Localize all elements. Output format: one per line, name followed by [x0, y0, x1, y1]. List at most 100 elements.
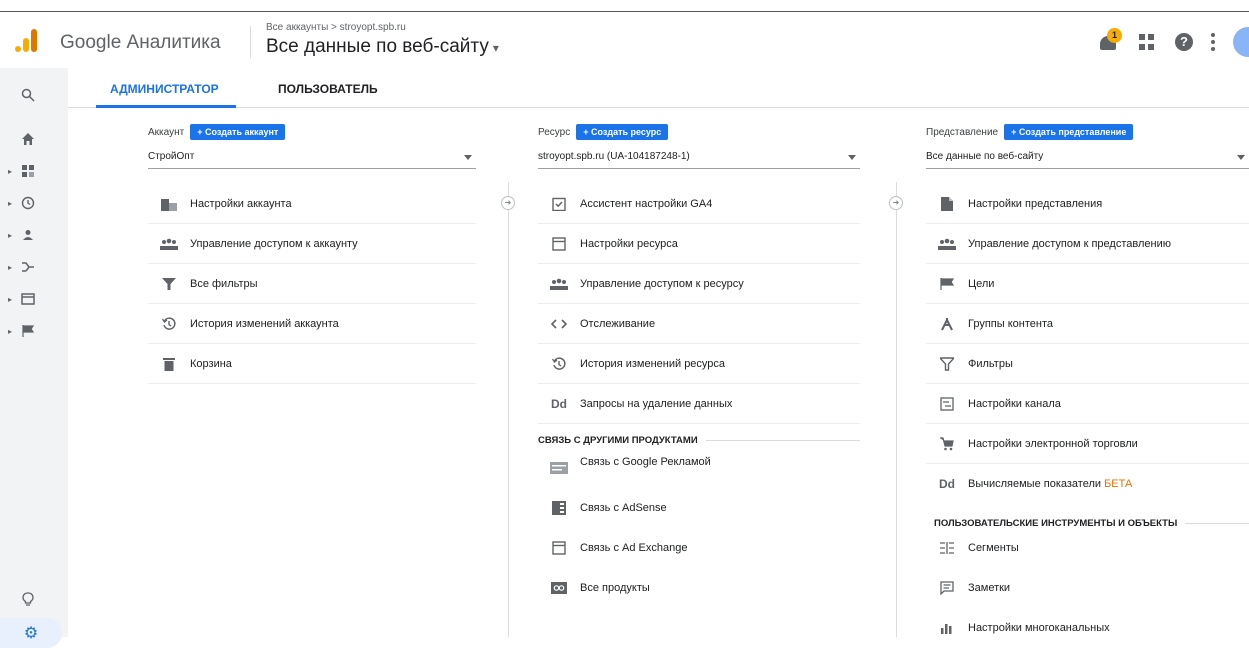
segments-item[interactable]: Сегменты [926, 528, 1249, 568]
account-header: Аккаунт + Создать аккаунт [148, 124, 286, 140]
menu-item-label: Запросы на удаление данных [580, 397, 733, 410]
search-icon [20, 87, 36, 103]
notifications-button[interactable]: 1 [1097, 28, 1122, 54]
view-selector[interactable]: Все данные по веб-сайту ▾ [266, 36, 499, 58]
dashboard-icon [20, 163, 36, 179]
app-title: Google Аналитика [60, 32, 221, 53]
view-select[interactable]: Все данные по веб-сайту [926, 151, 1249, 169]
building-icon [160, 196, 178, 212]
notification-badge: 1 [1107, 28, 1122, 43]
sidebar-conversions[interactable]: ▸ [0, 316, 68, 346]
menu-item-label: Настройки электронной торговли [968, 437, 1138, 450]
document-icon [938, 196, 956, 212]
account-select[interactable]: СтройОпт [148, 151, 476, 169]
account-settings-item[interactable]: Настройки аккаунта [148, 184, 476, 224]
create-property-button[interactable]: + Создать ресурс [576, 124, 669, 140]
menu-item-label: Связь с Google Рекламой [580, 456, 711, 468]
google-ads-link-item[interactable]: Связь с Google Рекламой [538, 448, 860, 488]
property-settings-item[interactable]: Настройки ресурса [538, 224, 860, 264]
help-icon[interactable]: ? [1175, 33, 1193, 51]
more-vert-icon[interactable] [1211, 33, 1215, 51]
filters-item[interactable]: Фильтры [926, 344, 1249, 384]
sidebar-behavior[interactable]: ▸ [0, 284, 68, 314]
ads-icon [550, 460, 568, 476]
dropdown-arrow-icon [1237, 155, 1245, 160]
property-header: Ресурс + Создать ресурс [538, 124, 669, 140]
connector-arrow-icon: ➜ [501, 196, 515, 210]
history-icon [550, 356, 568, 372]
sidebar-search[interactable] [0, 80, 68, 110]
menu-item-label: Связь с AdSense [580, 502, 667, 514]
connector-arrow-icon: ➜ [889, 196, 903, 210]
account-history-item[interactable]: История изменений аккаунта [148, 304, 476, 344]
view-header: Представление + Создать представление [926, 124, 1134, 140]
menu-item-label: Настройки представления [968, 197, 1103, 210]
content-group-icon [938, 316, 956, 332]
property-select[interactable]: stroyopt.spb.ru (UA-104187248-1) [538, 151, 860, 169]
menu-item-label: Настройки ресурса [580, 237, 678, 250]
all-filters-item[interactable]: Все фильтры [148, 264, 476, 304]
menu-item-label: Управление доступом к ресурсу [580, 277, 744, 290]
apps-grid-icon[interactable] [1139, 34, 1155, 50]
clock-icon [20, 195, 36, 211]
gear-icon: ⚙ [23, 625, 39, 642]
sidebar-customization[interactable]: ▸ [0, 156, 68, 186]
sidebar-realtime[interactable]: ▸ [0, 188, 68, 218]
dd-icon: Dd [551, 396, 567, 411]
mcf-settings-item[interactable]: Настройки многоканальных [926, 608, 1249, 648]
ga4-assistant-item[interactable]: Ассистент настройки GA4 [538, 184, 860, 224]
top-edge [0, 0, 1249, 12]
breadcrumb[interactable]: Все аккаунты > stroyopt.spb.ru [266, 22, 406, 33]
account-label: Аккаунт [148, 126, 185, 138]
account-access-item[interactable]: Управление доступом к аккаунту [148, 224, 476, 264]
ad-exchange-link-item[interactable]: Связь с Ad Exchange [538, 528, 860, 568]
view-select-value: Все данные по веб-сайту [926, 151, 1044, 162]
view-settings-item[interactable]: Настройки представления [926, 184, 1249, 224]
create-account-button[interactable]: + Создать аккаунт [190, 124, 286, 140]
checklist-icon [550, 196, 568, 212]
sidebar-acquisition[interactable]: ▸ [0, 252, 68, 282]
calculated-metrics-item[interactable]: Dd Вычисляемые показатели БЕТА [926, 464, 1249, 504]
property-select-value: stroyopt.spb.ru (UA-104187248-1) [538, 151, 690, 162]
annotations-item[interactable]: Заметки [926, 568, 1249, 608]
trash-item[interactable]: Корзина [148, 344, 476, 384]
content-groups-item[interactable]: Группы контента [926, 304, 1249, 344]
tab-administrator[interactable]: АДМИНИСТРАТОР [110, 82, 219, 96]
tracking-item[interactable]: Отслеживание [538, 304, 860, 344]
person-icon [20, 227, 36, 243]
window-icon [550, 236, 568, 252]
acquisition-icon [20, 259, 36, 275]
sidebar-audience[interactable]: ▸ [0, 220, 68, 250]
header-divider [250, 26, 251, 58]
app-header: Google Аналитика Все аккаунты > stroyopt… [0, 12, 1249, 68]
menu-item-label: История изменений аккаунта [190, 317, 339, 330]
sidebar-home[interactable] [0, 124, 68, 154]
adexchange-icon [550, 540, 568, 556]
adsense-link-item[interactable]: Связь с AdSense [538, 488, 860, 528]
menu-item-label: Фильтры [968, 357, 1013, 370]
tab-user[interactable]: ПОЛЬЗОВАТЕЛЬ [278, 82, 378, 96]
beta-badge: БЕТА [1104, 478, 1133, 490]
filter-icon [938, 356, 956, 372]
analytics-logo-icon[interactable] [14, 28, 40, 54]
ecommerce-settings-item[interactable]: Настройки электронной торговли [926, 424, 1249, 464]
section-title: СВЯЗЬ С ДРУГИМИ ПРОДУКТАМИ [538, 435, 698, 446]
account-select-value: СтройОпт [148, 151, 195, 162]
goals-item[interactable]: Цели [926, 264, 1249, 304]
notes-icon [938, 580, 956, 596]
view-access-item[interactable]: Управление доступом к представлению [926, 224, 1249, 264]
data-deletion-item[interactable]: Dd Запросы на удаление данных [538, 384, 860, 424]
avatar[interactable] [1233, 27, 1249, 57]
all-products-item[interactable]: Все продукты [538, 568, 860, 608]
property-access-item[interactable]: Управление доступом к ресурсу [538, 264, 860, 304]
property-history-item[interactable]: История изменений ресурса [538, 344, 860, 384]
channel-settings-item[interactable]: Настройки канала [926, 384, 1249, 424]
sidebar-discover[interactable] [0, 584, 68, 614]
menu-item-label: Ассистент настройки GA4 [580, 197, 713, 210]
menu-item-label: Настройки канала [968, 397, 1061, 410]
sidebar-admin-button[interactable]: ⚙ [0, 618, 62, 648]
create-view-button[interactable]: + Создать представление [1004, 124, 1134, 140]
view-label: Представление [926, 126, 999, 138]
property-label: Ресурс [538, 126, 571, 138]
lightbulb-icon [20, 591, 36, 607]
